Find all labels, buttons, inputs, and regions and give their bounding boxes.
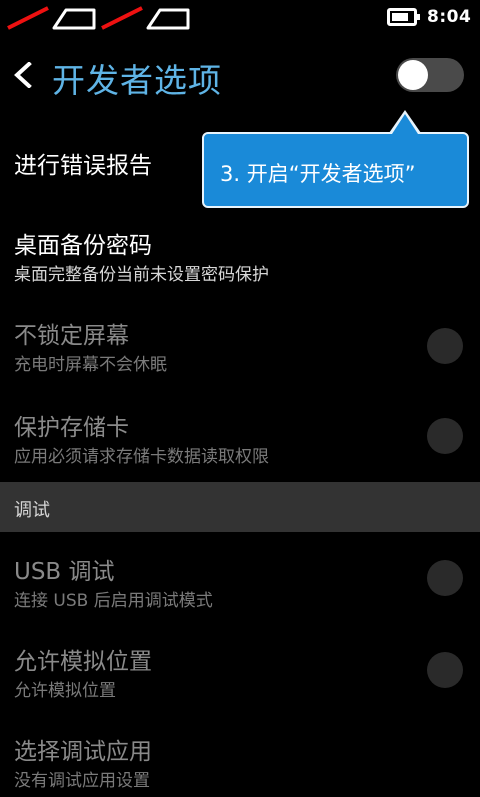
list-item-title: 桌面备份密码 bbox=[14, 233, 152, 259]
list-item-subtitle: 应用必须请求存储卡数据读取权限 bbox=[14, 447, 269, 467]
list-item-subtitle: 充电时屏幕不会休眠 bbox=[14, 355, 167, 375]
battery-level bbox=[392, 13, 408, 21]
list-item-subtitle: 没有调试应用设置 bbox=[14, 771, 150, 791]
list-item-debug-app[interactable]: 选择调试应用 没有调试应用设置 bbox=[0, 724, 480, 797]
section-header-debugging: 调试 bbox=[0, 482, 480, 532]
status-bar: 8:04 bbox=[0, 0, 480, 36]
page-title: 开发者选项 bbox=[52, 61, 222, 100]
no-signal-icon bbox=[7, 6, 96, 30]
list-item-title: 不锁定屏幕 bbox=[14, 323, 129, 349]
list-item-bug-report[interactable]: 进行错误报告 bbox=[0, 130, 480, 200]
list-item-title: 进行错误报告 bbox=[14, 153, 152, 179]
list-item-title: 允许模拟位置 bbox=[14, 649, 152, 675]
battery-icon bbox=[387, 8, 420, 26]
list-item-backup-password[interactable]: 桌面备份密码 桌面完整备份当前未设置密码保护 bbox=[0, 214, 480, 294]
list-item-title: 保护存储卡 bbox=[14, 415, 129, 441]
list-item-usb-debugging[interactable]: USB 调试 连接 USB 后启用调试模式 bbox=[0, 540, 480, 624]
toggle-knob bbox=[398, 60, 428, 90]
list-item-title: USB 调试 bbox=[14, 559, 115, 585]
list-item-stay-awake[interactable]: 不锁定屏幕 充电时屏幕不会休眠 bbox=[0, 304, 480, 388]
list-item-subtitle: 允许模拟位置 bbox=[14, 681, 116, 701]
app-header: 开发者选项 bbox=[0, 36, 480, 120]
section-label: 调试 bbox=[14, 500, 50, 521]
no-signal-icon bbox=[101, 6, 190, 30]
list-item-title: 选择调试应用 bbox=[14, 739, 152, 765]
developer-options-toggle[interactable] bbox=[396, 58, 464, 92]
list-item-subtitle: 桌面完整备份当前未设置密码保护 bbox=[14, 265, 269, 285]
back-arrow-icon[interactable] bbox=[12, 62, 38, 88]
list-item-mock-locations[interactable]: 允许模拟位置 允许模拟位置 bbox=[0, 632, 480, 716]
mock-locations-checkbox[interactable] bbox=[427, 652, 463, 688]
list-item-subtitle: 连接 USB 后启用调试模式 bbox=[14, 591, 213, 611]
stay-awake-checkbox[interactable] bbox=[427, 328, 463, 364]
list-item-protect-storage[interactable]: 保护存储卡 应用必须请求存储卡数据读取权限 bbox=[0, 396, 480, 480]
protect-storage-checkbox[interactable] bbox=[427, 418, 463, 454]
usb-debugging-checkbox[interactable] bbox=[427, 560, 463, 596]
status-time: 8:04 bbox=[427, 7, 472, 27]
